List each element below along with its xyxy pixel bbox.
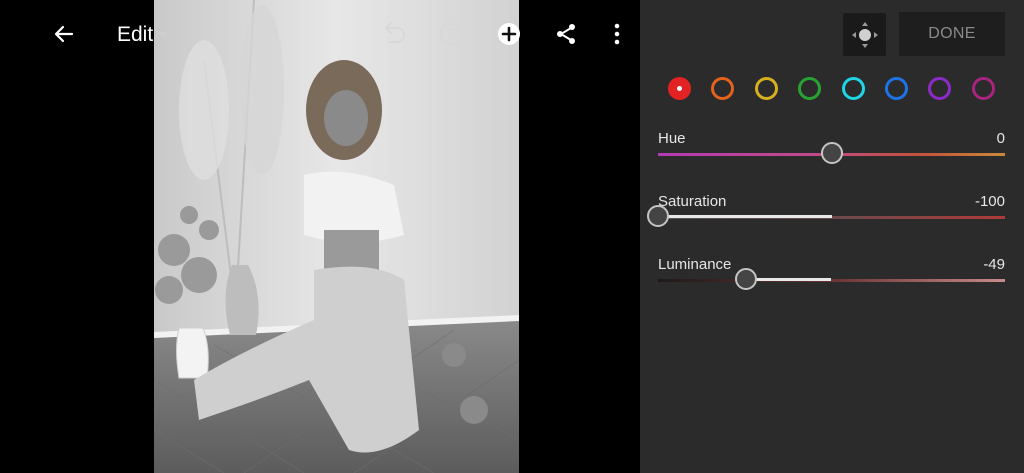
edit-mode-dropdown[interactable]: Edit — [117, 22, 169, 48]
saturation-label: Saturation — [658, 193, 727, 210]
saturation-slider-fill — [668, 215, 832, 218]
saturation-slider-thumb[interactable] — [647, 205, 669, 227]
photo-canvas-area: Edit — [0, 0, 640, 473]
luminance-label: Luminance — [658, 256, 732, 273]
color-mix-panel — [640, 0, 1024, 473]
photo-preview[interactable] — [154, 0, 519, 473]
caret-down-icon — [158, 32, 169, 38]
more-options-button[interactable] — [597, 14, 637, 54]
swatch-green[interactable] — [798, 77, 821, 100]
edit-mode-label: Edit — [117, 23, 154, 46]
swatch-red[interactable] — [668, 77, 691, 100]
targeted-adjustment-icon — [851, 21, 878, 48]
undo-button[interactable] — [373, 14, 413, 54]
luminance-slider-thumb[interactable] — [735, 268, 757, 290]
add-icon — [498, 23, 520, 45]
back-button[interactable] — [44, 14, 84, 54]
top-toolbar: Edit — [0, 0, 640, 70]
targeted-adjustment-button[interactable] — [843, 13, 886, 56]
luminance-value: -49 — [983, 256, 1005, 273]
swatch-blue[interactable] — [885, 77, 908, 100]
hue-slider-thumb[interactable] — [821, 142, 843, 164]
swatch-orange[interactable] — [711, 77, 734, 100]
photo-image — [154, 0, 519, 473]
back-arrow-icon — [54, 25, 74, 43]
share-icon — [557, 24, 575, 44]
share-button[interactable] — [546, 14, 586, 54]
swatch-aqua[interactable] — [842, 77, 865, 100]
undo-icon — [385, 22, 405, 43]
swatch-yellow[interactable] — [755, 77, 778, 100]
swatch-purple[interactable] — [928, 77, 951, 100]
selected-indicator-icon — [677, 86, 682, 91]
hue-value: 0 — [996, 130, 1005, 147]
swatch-magenta[interactable] — [972, 77, 995, 100]
add-button[interactable] — [489, 14, 529, 54]
luminance-slider-track[interactable] — [658, 279, 1005, 282]
luminance-slider-fill — [756, 278, 831, 281]
done-button[interactable]: DONE — [899, 12, 1005, 56]
help-button[interactable] — [431, 14, 471, 54]
hue-label: Hue — [658, 130, 686, 147]
help-icon — [439, 22, 463, 46]
more-vertical-icon — [614, 23, 620, 45]
saturation-value: -100 — [974, 193, 1005, 210]
